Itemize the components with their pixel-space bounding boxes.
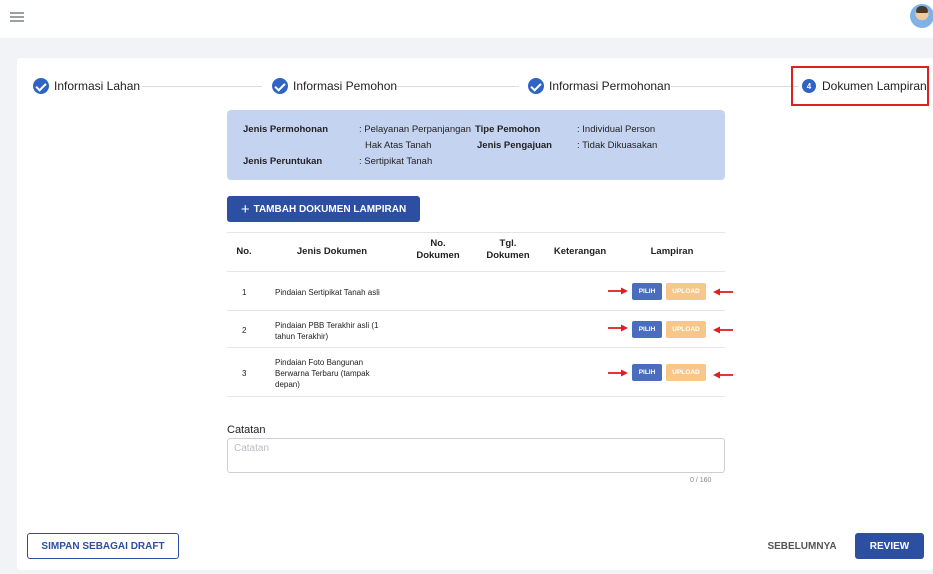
row-3-jenis-dokumen: Pindaian Foto Bangunan Berwarna Terbaru …: [275, 357, 400, 390]
row-3-jenis-line3: depan): [275, 380, 300, 389]
check-circle-icon: [33, 78, 49, 94]
catatan-textarea[interactable]: [227, 438, 725, 473]
review-button[interactable]: REVIEW: [855, 533, 924, 559]
jenis-permohonan-value: : Pelayanan Perpanjangan: [359, 124, 471, 135]
col-header-keterangan: Keterangan: [553, 246, 607, 257]
jenis-peruntukan-value: : Sertipikat Tanah: [359, 156, 433, 167]
top-bar: [0, 0, 933, 38]
row-3-jenis-line2: Berwarna Terbaru (tampak: [275, 369, 370, 378]
row-1-upload-button[interactable]: UPLOAD: [666, 283, 706, 300]
user-avatar[interactable]: [910, 4, 933, 28]
step-informasi-pemohon[interactable]: Informasi Pemohon: [272, 78, 397, 94]
row-1-pilih-button[interactable]: PILIH: [632, 283, 662, 300]
row-2-pilih-button[interactable]: PILIH: [632, 321, 662, 338]
application-summary: Jenis Permohonan : Pelayanan Perpanjanga…: [227, 110, 725, 180]
col-header-no: No.: [236, 246, 252, 257]
step-informasi-lahan[interactable]: Informasi Lahan: [33, 78, 140, 94]
red-arrow-right-icon: [608, 369, 628, 377]
plus-icon: +: [240, 200, 250, 218]
catatan-char-counter: 0 / 160: [690, 477, 712, 484]
row-2-no: 2: [242, 326, 247, 335]
hamburger-menu-icon[interactable]: [10, 12, 24, 22]
col-header-no-dokumen-line1: No.: [430, 238, 446, 249]
col-header-lampiran: Lampiran: [650, 246, 694, 257]
row-1-jenis-dokumen: Pindaian Sertipikat Tanah asli: [275, 287, 400, 298]
tipe-pemohon-label: Tipe Pemohon: [475, 124, 541, 135]
col-header-tgl-dokumen-line2: Dokumen: [486, 250, 530, 261]
jenis-permohonan-value-cont: Hak Atas Tanah: [365, 140, 432, 151]
col-header-tgl-dokumen-line1: Tgl.: [499, 238, 517, 249]
jenis-peruntukan-label: Jenis Peruntukan: [243, 156, 323, 167]
red-arrow-left-icon: [713, 326, 733, 334]
row-2-jenis-line2: tahun Terakhir): [275, 332, 329, 341]
red-arrow-right-icon: [608, 287, 628, 295]
jenis-permohonan-label: Jenis Permohonan: [243, 124, 328, 135]
jenis-pengajuan-value: : Tidak Dikuasakan: [577, 140, 658, 151]
row-3-pilih-button[interactable]: PILIH: [632, 364, 662, 381]
step-label: Informasi Pemohon: [293, 79, 398, 93]
row-2-jenis-dokumen: Pindaian PBB Terakhir asli (1 tahun Tera…: [275, 320, 400, 342]
step-connector: [671, 86, 799, 87]
catatan-label: Catatan: [227, 424, 266, 436]
row-1-jenis-line1: Pindaian Sertipikat Tanah asli: [275, 288, 380, 297]
check-circle-icon: [528, 78, 544, 94]
step-label: Informasi Lahan: [54, 79, 141, 93]
col-header-tgl-dokumen: Tgl. Dokumen: [480, 238, 536, 262]
table-bottom-divider: [227, 396, 725, 397]
col-header-no-dokumen: No. Dokumen: [410, 238, 466, 262]
tipe-pemohon-value: : Individual Person: [577, 124, 656, 135]
row-divider: [227, 347, 725, 348]
red-arrow-right-icon: [608, 324, 628, 332]
step-label: Informasi Permohonan: [549, 79, 671, 93]
row-2-jenis-line1: Pindaian PBB Terakhir asli (1: [275, 321, 379, 330]
row-1-no: 1: [242, 288, 247, 297]
row-2-upload-button[interactable]: UPLOAD: [666, 321, 706, 338]
red-arrow-left-icon: [713, 288, 733, 296]
save-draft-button[interactable]: SIMPAN SEBAGAI DRAFT: [27, 533, 179, 559]
row-divider: [227, 310, 725, 311]
col-header-jenis-dokumen: Jenis Dokumen: [296, 246, 368, 257]
red-arrow-left-icon: [713, 371, 733, 379]
row-3-jenis-line1: Pindaian Foto Bangunan: [275, 358, 364, 367]
col-header-no-dokumen-line2: Dokumen: [416, 250, 460, 261]
row-3-no: 3: [242, 369, 247, 378]
table-top-divider: [227, 232, 725, 233]
previous-button[interactable]: SEBELUMNYA: [764, 533, 840, 559]
active-step-highlight: [791, 66, 929, 106]
step-informasi-permohonan[interactable]: Informasi Permohonan: [528, 78, 670, 94]
step-connector: [142, 86, 262, 87]
add-document-label: TAMBAH DOKUMEN LAMPIRAN: [253, 203, 407, 215]
table-header-divider: [227, 271, 725, 272]
jenis-pengajuan-label: Jenis Pengajuan: [477, 140, 552, 151]
add-document-button[interactable]: + TAMBAH DOKUMEN LAMPIRAN: [227, 196, 420, 222]
row-3-upload-button[interactable]: UPLOAD: [666, 364, 706, 381]
check-circle-icon: [272, 78, 288, 94]
step-connector: [397, 86, 519, 87]
